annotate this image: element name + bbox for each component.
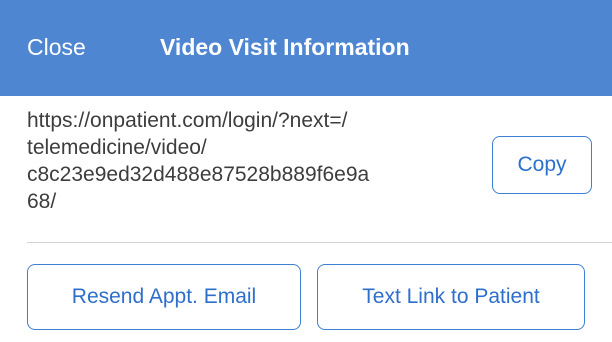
copy-button[interactable]: Copy bbox=[492, 136, 592, 194]
page-title: Video Visit Information bbox=[160, 34, 410, 60]
url-line: https://onpatient.com/login/?next=/ bbox=[27, 109, 348, 132]
text-link-to-patient-button[interactable]: Text Link to Patient bbox=[317, 264, 585, 330]
url-line: c8c23e9ed32d488e87528b889f6e9a bbox=[27, 163, 370, 186]
divider bbox=[27, 242, 612, 243]
close-button[interactable]: Close bbox=[27, 30, 86, 64]
url-line: telemedicine/video/ bbox=[27, 136, 207, 159]
navigation-header: Close Video Visit Information bbox=[0, 0, 612, 96]
url-line: 68/ bbox=[27, 190, 57, 213]
resend-appointment-email-button[interactable]: Resend Appt. Email bbox=[27, 264, 301, 330]
video-visit-url: https://onpatient.com/login/?next=/ tele… bbox=[27, 107, 477, 215]
